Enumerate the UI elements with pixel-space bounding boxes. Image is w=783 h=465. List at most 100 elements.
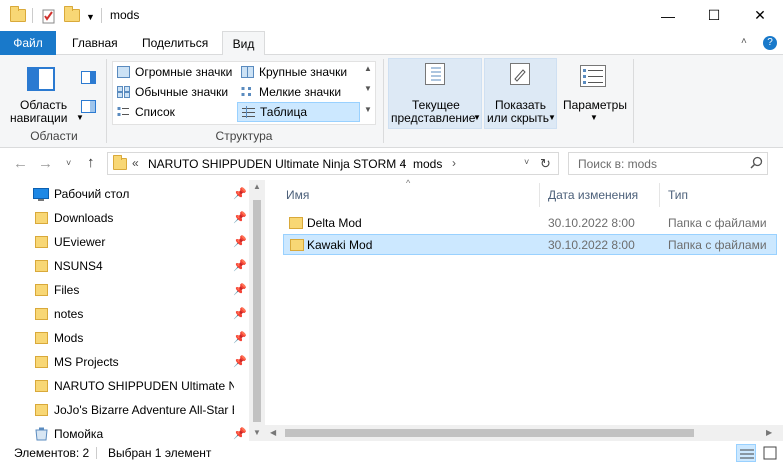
large-icons-view-toggle[interactable] bbox=[760, 444, 780, 462]
tab-home[interactable]: Главная bbox=[62, 31, 128, 55]
medium-icons-icon bbox=[117, 86, 130, 98]
nav-item-ueviewer[interactable]: UEviewer 📌 bbox=[0, 230, 250, 254]
chevron-down-icon: ▼ bbox=[548, 113, 556, 122]
scroll-up-icon[interactable]: ▲ bbox=[253, 182, 261, 191]
divider bbox=[32, 8, 33, 23]
pin-icon[interactable]: 📌 bbox=[233, 206, 247, 230]
nav-item-label: notes bbox=[54, 307, 84, 321]
options-icon[interactable] bbox=[580, 65, 606, 87]
gallery-up-icon[interactable]: ▲ bbox=[364, 64, 372, 73]
layout-details[interactable]: Таблица bbox=[237, 102, 360, 122]
nav-item-mods[interactable]: Mods 📌 bbox=[0, 326, 250, 350]
nav-item-label: Рабочий стол bbox=[54, 187, 130, 201]
folder-icon bbox=[289, 217, 303, 229]
help-icon[interactable]: ? bbox=[763, 36, 777, 50]
search-input[interactable]: Поиск в: mods bbox=[578, 157, 657, 171]
breadcrumb-separator[interactable]: › bbox=[452, 156, 456, 170]
nav-item-nsuns4[interactable]: NSUNS4 📌 bbox=[0, 254, 250, 278]
column-type[interactable]: Тип bbox=[668, 185, 768, 205]
chevron-down-icon: ▼ bbox=[473, 113, 481, 122]
search-box[interactable]: Поиск в: mods bbox=[568, 152, 768, 175]
details-pane-icon[interactable] bbox=[81, 100, 96, 113]
nav-pane-button-label2[interactable]: навигации bbox=[10, 111, 67, 125]
new-folder-icon[interactable] bbox=[64, 6, 80, 25]
gallery-more-icon[interactable]: ▼ bbox=[364, 105, 372, 114]
table-row[interactable]: Delta Mod 30.10.2022 8:00 Папка с файлам… bbox=[283, 213, 777, 234]
divider bbox=[101, 8, 102, 23]
file-type: Папка с файлами bbox=[668, 238, 767, 252]
chevron-down-icon[interactable]: ▼ bbox=[76, 113, 84, 122]
up-arrow-icon[interactable]: ↑ bbox=[87, 154, 95, 171]
layout-small-icons[interactable]: Мелкие значки bbox=[237, 83, 359, 101]
layout-list[interactable]: Список bbox=[113, 103, 235, 121]
tab-file[interactable]: Файл bbox=[0, 31, 56, 55]
layout-medium-icons[interactable]: Обычные значки bbox=[113, 83, 235, 101]
scroll-left-icon[interactable]: ◀ bbox=[270, 428, 276, 437]
pin-icon[interactable]: 📌 bbox=[233, 230, 247, 254]
address-bar[interactable]: « NARUTO SHIPPUDEN Ultimate Ninja STORM … bbox=[107, 152, 559, 175]
folder-icon bbox=[35, 380, 48, 392]
tab-share[interactable]: Поделиться bbox=[132, 31, 218, 55]
search-icon[interactable] bbox=[750, 156, 763, 169]
pin-icon[interactable]: 📌 bbox=[233, 350, 247, 374]
nav-item-label: NARUTO SHIPPUDEN Ultimate Ninja STORM 4 bbox=[54, 379, 234, 393]
nav-pane-scrollbar[interactable]: ▲ ▼ bbox=[249, 180, 265, 441]
breadcrumb-separator[interactable]: › bbox=[401, 156, 405, 170]
details-icon bbox=[242, 106, 255, 118]
scrollbar-thumb[interactable] bbox=[253, 200, 261, 422]
chevron-down-icon[interactable]: ▼ bbox=[590, 113, 598, 122]
tab-view[interactable]: Вид bbox=[222, 31, 265, 56]
navigation-pane-icon[interactable] bbox=[27, 67, 55, 91]
folder-icon bbox=[35, 236, 48, 248]
details-view-toggle[interactable] bbox=[736, 444, 756, 462]
address-dropdown-icon[interactable]: ˅ bbox=[524, 157, 529, 167]
nav-item-label: JoJo's Bizarre Adventure All-Star Battle… bbox=[54, 403, 234, 417]
nav-item-ms-projects[interactable]: MS Projects 📌 bbox=[0, 350, 250, 374]
small-icons-icon bbox=[241, 86, 254, 98]
breadcrumb-segment-current[interactable]: mods bbox=[413, 157, 442, 171]
nav-item-notes[interactable]: notes 📌 bbox=[0, 302, 250, 326]
options-button[interactable]: Параметры bbox=[563, 98, 627, 112]
pin-icon[interactable]: 📌 bbox=[233, 278, 247, 302]
column-name[interactable]: Имя bbox=[286, 185, 539, 205]
gallery-down-icon[interactable]: ▼ bbox=[364, 84, 372, 93]
scroll-down-icon[interactable]: ▼ bbox=[253, 428, 261, 437]
current-view-icon bbox=[423, 63, 447, 85]
table-row-selected[interactable]: Kawaki Mod 30.10.2022 8:00 Папка с файла… bbox=[283, 234, 777, 255]
pin-icon[interactable]: 📌 bbox=[233, 254, 247, 278]
scrollbar-thumb[interactable] bbox=[285, 429, 694, 437]
collapse-ribbon-icon[interactable]: ˄ bbox=[741, 36, 747, 47]
maximize-button[interactable]: ☐ bbox=[691, 0, 737, 31]
nav-item-naruto[interactable]: NARUTO SHIPPUDEN Ultimate Ninja STORM 4 bbox=[0, 374, 250, 398]
forward-arrow-icon[interactable]: → bbox=[38, 155, 53, 172]
scroll-right-icon[interactable]: ▶ bbox=[766, 428, 772, 437]
folder-icon bbox=[35, 404, 48, 416]
properties-icon[interactable] bbox=[41, 8, 57, 24]
preview-pane-icon[interactable] bbox=[81, 71, 96, 84]
breadcrumb-overflow[interactable]: « bbox=[132, 156, 139, 170]
show-hide-label2: или скрыть bbox=[487, 111, 550, 125]
refresh-icon[interactable]: ↻ bbox=[540, 156, 551, 172]
nav-pane-button-label[interactable]: Область bbox=[20, 98, 67, 112]
layout-large-icons[interactable]: Крупные значки bbox=[237, 63, 359, 81]
back-arrow-icon[interactable]: ← bbox=[13, 155, 28, 172]
recent-locations-icon[interactable]: ˅ bbox=[66, 158, 71, 168]
chevron-down-icon[interactable]: ▼ bbox=[86, 12, 95, 22]
breadcrumb-segment[interactable]: NARUTO SHIPPUDEN Ultimate Ninja STORM 4 bbox=[148, 157, 406, 171]
pin-icon[interactable]: 📌 bbox=[233, 326, 247, 350]
column-date[interactable]: Дата изменения bbox=[548, 185, 660, 205]
minimize-button[interactable]: — bbox=[645, 0, 691, 31]
content-hscrollbar[interactable]: ◀ ▶ bbox=[265, 425, 783, 441]
nav-item-files[interactable]: Files 📌 bbox=[0, 278, 250, 302]
nav-item-jojo[interactable]: JoJo's Bizarre Adventure All-Star Battle… bbox=[0, 398, 250, 422]
file-name: Delta Mod bbox=[307, 216, 362, 230]
show-hide-icon bbox=[508, 63, 532, 85]
nav-item-desktop[interactable]: Рабочий стол 📌 bbox=[0, 182, 250, 206]
current-view-label2: представление bbox=[391, 111, 476, 125]
close-button[interactable]: ✕ bbox=[737, 0, 783, 31]
pin-icon[interactable]: 📌 bbox=[233, 302, 247, 326]
layout-extra-large-icons[interactable]: Огромные значки bbox=[113, 63, 235, 81]
selected-count: Выбран 1 элемент bbox=[108, 446, 212, 460]
pin-icon[interactable]: 📌 bbox=[233, 182, 247, 206]
nav-item-downloads[interactable]: Downloads 📌 bbox=[0, 206, 250, 230]
